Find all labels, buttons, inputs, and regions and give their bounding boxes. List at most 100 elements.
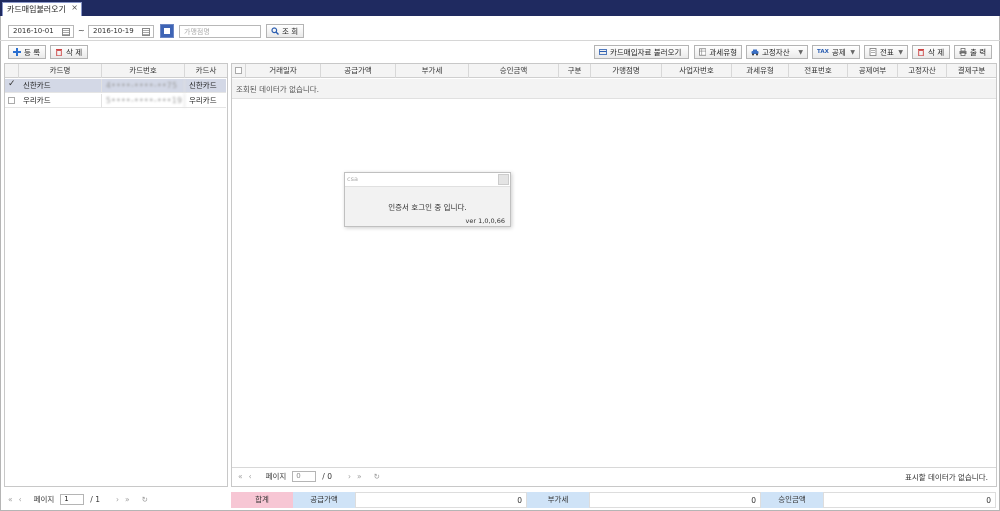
first-page-icon[interactable]: « — [238, 472, 243, 481]
header-payment-type[interactable]: 결제구분 — [947, 64, 996, 78]
prev-page-icon[interactable]: ‹ — [19, 495, 22, 504]
load-card-data-button[interactable]: 카드매입자료 불러오기 — [594, 45, 689, 59]
page-input[interactable]: 0 — [292, 471, 317, 482]
header-supply-amount[interactable]: 공급가액 — [321, 64, 396, 78]
checkmark-icon[interactable]: ✓ — [8, 79, 16, 89]
card-grid — [4, 63, 228, 487]
header-store-name[interactable]: 가맹점명 — [591, 64, 662, 78]
header-card-name[interactable]: 카드명 — [19, 64, 102, 78]
print-label: 출 력 — [970, 47, 987, 57]
date-from-value: 2016-10-01 — [13, 27, 54, 35]
header-vat[interactable]: 부가세 — [396, 64, 469, 78]
card-number-cell: 4••••-••••-••75 — [102, 79, 185, 93]
header-select-all[interactable] — [232, 64, 246, 78]
car-icon — [751, 49, 759, 56]
card-name-cell: 우리카드 — [19, 94, 102, 108]
next-page-icon[interactable]: › — [348, 472, 351, 481]
table-row[interactable]: 우리카드 5••••-••••-•••19 우리카드 — [5, 94, 226, 108]
refresh-icon[interactable]: ↻ — [374, 472, 380, 481]
first-page-icon[interactable]: « — [8, 495, 13, 504]
pager-status: 표시할 데이터가 없습니다. — [904, 473, 988, 482]
header-card-number[interactable]: 카드번호 — [102, 64, 185, 78]
print-button[interactable]: 출 력 — [954, 45, 992, 59]
card-grid-header: 카드명 카드번호 카드사 — [5, 64, 227, 78]
fixed-asset-dropdown[interactable]: 고정자산 ▼ — [746, 45, 808, 59]
store-name-input[interactable]: 가맹점명 — [179, 25, 261, 38]
header-category[interactable]: 구분 — [559, 64, 591, 78]
card-number-cell: 5••••-••••-•••19 — [102, 94, 185, 108]
table-row[interactable]: ✓ 신한카드 4••••-••••-••75 신한카드 — [5, 79, 226, 93]
last-page-icon[interactable]: » — [357, 472, 362, 481]
calendar-icon[interactable] — [62, 28, 70, 36]
prev-page-icon[interactable]: ‹ — [249, 472, 252, 481]
approved-amount-value: 0 — [823, 492, 996, 508]
page-label: 페이지 — [265, 472, 287, 481]
voucher-dropdown[interactable]: 전표 ▼ — [864, 45, 908, 59]
empty-message: 조회된 데이터가 없습니다. — [236, 85, 320, 94]
delete-card-label: 삭 제 — [66, 47, 83, 57]
header-fixed-asset[interactable]: 고정자산 — [898, 64, 947, 78]
chevron-down-icon: ▼ — [850, 48, 855, 56]
header-business-number[interactable]: 사업자번호 — [662, 64, 732, 78]
document-grid-icon — [699, 48, 707, 56]
calendar-icon[interactable] — [142, 28, 150, 36]
header-deduction[interactable]: 공제여부 — [848, 64, 898, 78]
date-to-value: 2016-10-19 — [93, 27, 134, 35]
date-from-field[interactable]: 2016-10-01 — [8, 25, 74, 38]
load-card-data-label: 카드매입자료 불러오기 — [610, 47, 682, 57]
total-label: 합계 — [231, 492, 293, 508]
search-button[interactable]: 조 회 — [266, 24, 304, 38]
fixed-asset-label: 고정자산 — [762, 47, 790, 57]
dialog-version: ver 1,0,0,66 — [465, 217, 505, 225]
dialog-titlebar: csa — [345, 173, 510, 187]
purchase-grid — [231, 63, 997, 487]
header-approved-amount[interactable]: 승인금액 — [469, 64, 559, 78]
store-name-placeholder: 가맹점명 — [184, 28, 210, 36]
voucher-icon — [869, 48, 877, 56]
plus-icon — [13, 48, 21, 56]
refresh-icon[interactable]: ↻ — [142, 495, 148, 504]
page-label: 페이지 — [33, 494, 55, 504]
supply-amount-label: 공급가액 — [293, 492, 355, 508]
calendar-picker-button[interactable] — [160, 24, 174, 38]
chevron-down-icon: ▼ — [798, 48, 803, 56]
last-page-icon[interactable]: » — [125, 495, 130, 504]
deduction-dropdown[interactable]: TAX 공제 ▼ — [812, 45, 860, 59]
tab-card-purchase[interactable]: 카드매입불러오기 × — [2, 2, 82, 16]
delete-label: 삭 제 — [928, 47, 945, 57]
loading-dialog: csa 인증서 호그인 중 입니다. ver 1,0,0,66 — [344, 172, 511, 227]
card-load-icon — [599, 49, 607, 55]
printer-icon — [959, 48, 967, 56]
toolbar-divider — [0, 40, 1000, 41]
tax-type-label: 과세유형 — [709, 47, 737, 57]
add-button[interactable]: 등 록 — [8, 45, 46, 59]
row-checkbox[interactable] — [8, 97, 15, 104]
purchase-grid-pager: « ‹ 페이지 0 / 0 › » ↻ 표시할 데이터가 없습니다. — [232, 467, 996, 486]
vat-label: 부가세 — [527, 492, 589, 508]
tab-bar: 카드매입불러오기 × — [0, 0, 1000, 16]
add-label: 등 록 — [24, 47, 41, 57]
pager-controls: « ‹ 페이지 0 / 0 › » ↻ — [238, 471, 380, 482]
page-input[interactable]: 1 — [60, 493, 85, 505]
header-card-company[interactable]: 카드사 — [185, 64, 227, 78]
next-page-icon[interactable]: › — [116, 495, 119, 504]
chevron-down-icon: ▼ — [898, 48, 903, 56]
voucher-label: 전표 — [880, 47, 894, 57]
trash-icon — [56, 49, 62, 56]
card-company-cell: 우리카드 — [189, 96, 217, 105]
card-grid-pager: « ‹ 페이지 1 / 1 › » ↻ — [8, 492, 228, 506]
page-total: / 1 — [90, 494, 100, 504]
tax-type-button[interactable]: 과세유형 — [694, 45, 742, 59]
delete-card-button[interactable]: 삭 제 — [50, 45, 88, 59]
select-all-checkbox[interactable] — [235, 67, 242, 74]
tab-close-icon[interactable]: × — [71, 3, 78, 12]
delete-button[interactable]: 삭 제 — [912, 45, 950, 59]
header-voucher-number[interactable]: 전표번호 — [789, 64, 848, 78]
empty-row: 조회된 데이터가 없습니다. — [232, 79, 996, 99]
date-to-field[interactable]: 2016-10-19 — [88, 25, 154, 38]
dialog-close-button[interactable] — [498, 174, 509, 185]
header-transaction-date[interactable]: 거래일자 — [246, 64, 321, 78]
vat-value: 0 — [589, 492, 761, 508]
dialog-message: 인증서 호그인 중 입니다. — [388, 203, 467, 212]
header-tax-type[interactable]: 과세유형 — [732, 64, 789, 78]
